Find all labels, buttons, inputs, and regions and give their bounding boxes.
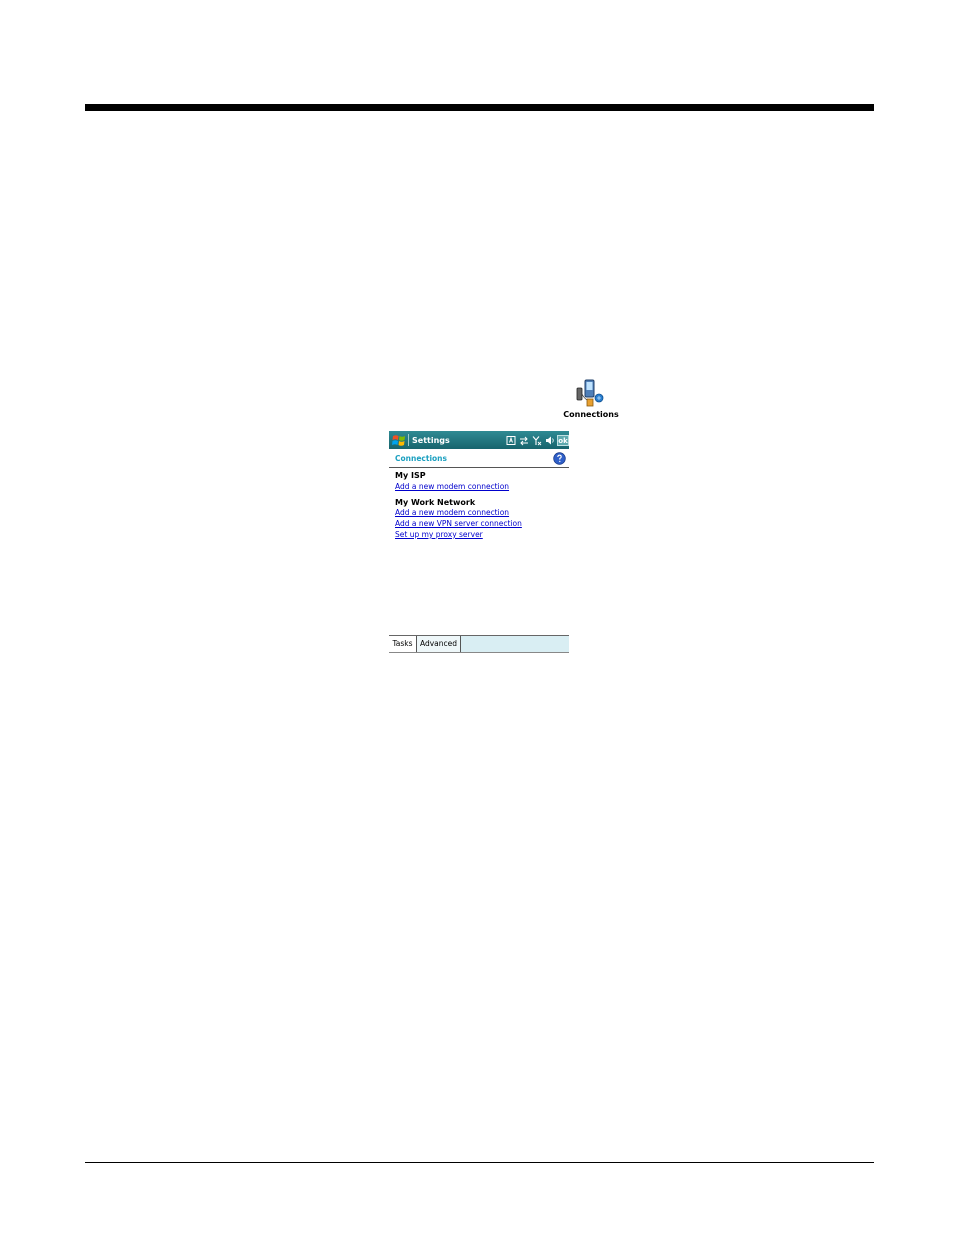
connections-icon bbox=[576, 379, 604, 407]
help-icon[interactable] bbox=[553, 452, 566, 465]
connections-shortcut-label: Connections bbox=[563, 410, 619, 419]
tab-bar: Tasks Advanced bbox=[389, 635, 569, 653]
tab-tasks[interactable]: Tasks bbox=[389, 636, 417, 652]
speaker-icon[interactable] bbox=[545, 435, 555, 446]
section-title: Connections bbox=[395, 454, 447, 463]
header-rule bbox=[85, 104, 874, 111]
tab-advanced[interactable]: Advanced bbox=[417, 636, 461, 652]
work-add-modem-link[interactable]: Add a new modem connection bbox=[395, 508, 509, 517]
device-screen: Settings ok Connections My ISP Add a new… bbox=[389, 431, 569, 653]
work-add-vpn-link[interactable]: Add a new VPN server connection bbox=[395, 519, 522, 528]
windows-start-icon[interactable] bbox=[391, 433, 407, 447]
section-header: Connections bbox=[389, 449, 569, 468]
isp-add-modem-link[interactable]: Add a new modem connection bbox=[395, 482, 509, 491]
input-panel-icon[interactable] bbox=[506, 435, 516, 446]
sync-arrows-icon[interactable] bbox=[519, 435, 529, 446]
signal-off-icon[interactable] bbox=[532, 435, 542, 446]
ok-button[interactable]: ok bbox=[557, 434, 569, 446]
group-heading-my-isp: My ISP bbox=[395, 471, 426, 480]
work-proxy-link[interactable]: Set up my proxy server bbox=[395, 530, 483, 539]
footer-rule bbox=[85, 1162, 874, 1163]
group-heading-my-work-network: My Work Network bbox=[395, 498, 476, 507]
title-bar: Settings ok bbox=[389, 431, 569, 449]
system-tray bbox=[506, 435, 555, 446]
connections-shortcut[interactable]: Connections bbox=[558, 379, 624, 419]
window-title: Settings bbox=[412, 435, 450, 445]
title-divider bbox=[408, 434, 409, 446]
